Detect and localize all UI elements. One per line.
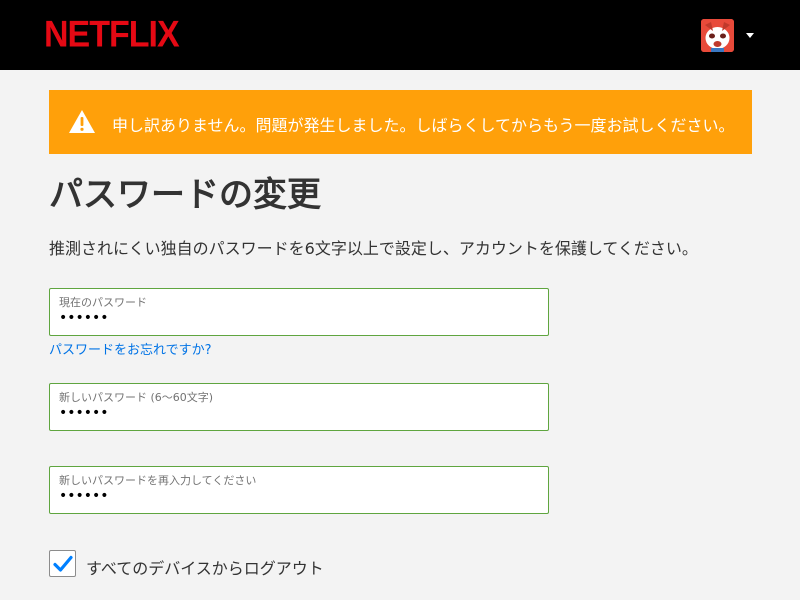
current-password-input[interactable]: ••••••	[59, 310, 529, 326]
checkmark-icon	[53, 555, 73, 572]
logout-all-devices-checkbox[interactable]	[49, 550, 76, 577]
profile-menu[interactable]	[701, 19, 754, 52]
confirm-password-label: 新しいパスワードを再入力してください	[59, 474, 257, 487]
caret-down-icon[interactable]	[746, 33, 754, 38]
confirm-password-field[interactable]: 新しいパスワードを再入力してください ••••••	[49, 466, 549, 514]
logout-all-devices-label[interactable]: すべてのデバイスからログアウト	[86, 555, 324, 579]
alert-message: 申し訳ありません。問題が発生しました。しばらくしてからもう一度お試しください。	[112, 116, 735, 135]
page-description: 推測されにくい独自のパスワードを6文字以上で設定し、アカウントを保護してください…	[49, 239, 698, 258]
forgot-password-link[interactable]: パスワードをお忘れですか?	[49, 339, 212, 358]
new-password-field[interactable]: 新しいパスワード (6〜60文字) ••••••	[49, 383, 549, 431]
error-alert: 申し訳ありません。問題が発生しました。しばらくしてからもう一度お試しください。	[49, 90, 752, 154]
new-password-label: 新しいパスワード (6〜60文字)	[59, 391, 214, 404]
top-header: NETFLIX	[0, 0, 800, 70]
new-password-input[interactable]: ••••••	[59, 405, 529, 421]
current-password-field[interactable]: 現在のパスワード ••••••	[49, 288, 549, 336]
warning-icon	[68, 109, 96, 134]
page-title: パスワードの変更	[49, 175, 321, 215]
current-password-label: 現在のパスワード	[59, 296, 147, 309]
confirm-password-input[interactable]: ••••••	[59, 488, 529, 504]
profile-avatar[interactable]	[701, 19, 734, 52]
netflix-logo[interactable]: NETFLIX	[44, 14, 180, 56]
